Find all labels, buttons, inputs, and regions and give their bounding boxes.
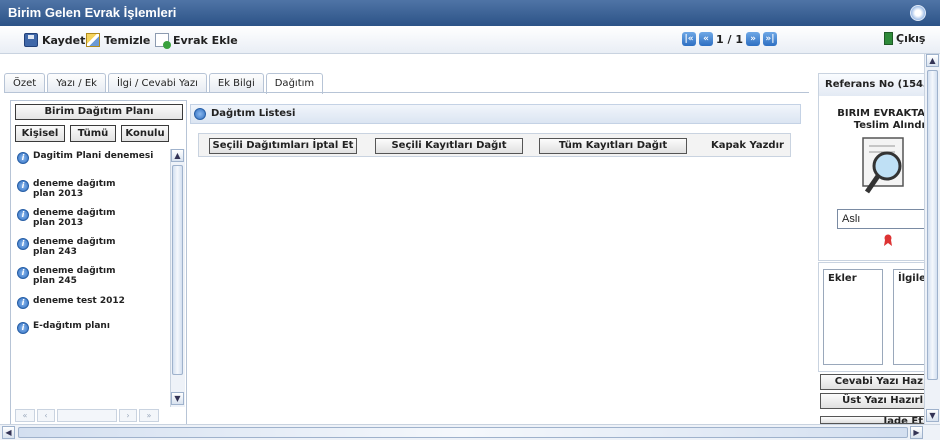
scroll-up-icon[interactable]: ▲	[171, 149, 184, 162]
list-item-label: deneme dağıtım plan 2013	[33, 208, 116, 228]
clear-button[interactable]: Temizle	[86, 32, 150, 48]
add-document-icon	[155, 33, 171, 49]
distribute-all-button[interactable]: Tüm Kayıtları Dağıt	[539, 138, 687, 154]
list-item-label: E-dağıtım planı	[33, 321, 110, 331]
scroll-down-icon[interactable]: ▼	[926, 409, 939, 422]
tab-related-reply[interactable]: İlgi / Cevabi Yazı	[107, 73, 207, 93]
tab-summary[interactable]: Özet	[4, 73, 46, 93]
info-icon: i	[17, 267, 29, 279]
document-magnifier-icon	[862, 137, 904, 194]
prepare-reply-button[interactable]: Cevabi Yazı Haz	[820, 374, 928, 390]
distribution-action-bar: Seçili Dağıtımları İptal Et Seçili Kayıt…	[198, 133, 791, 157]
help-icon[interactable]	[910, 5, 926, 21]
distribution-list-header: Dağıtım Listesi	[190, 104, 801, 124]
page-horizontal-scrollbar[interactable]: ◀ ▶	[0, 424, 940, 440]
info-icon: i	[17, 180, 29, 192]
scroll-left-icon[interactable]: ◀	[2, 426, 15, 439]
exit-button[interactable]: Çıkış	[884, 32, 925, 45]
distribution-list-title: Dağıtım Listesi	[211, 108, 296, 119]
reference-panel: Referans No (15431 BIRIM EVRAKTA Teslim …	[818, 73, 927, 261]
first-page-icon[interactable]: «	[15, 409, 35, 422]
distribution-plan-panel: Birim Dağıtım Planı Kişisel Tümü Konulu …	[10, 100, 187, 426]
add-document-button[interactable]: Evrak Ekle	[155, 32, 238, 49]
pager-text: 1 / 1	[716, 32, 743, 46]
tab-distribution[interactable]: Dağıtım	[265, 73, 324, 94]
last-page-icon[interactable]: »	[139, 409, 159, 422]
info-icon: i	[17, 297, 29, 309]
title-bar: Birim Gelen Evrak İşlemleri	[0, 0, 940, 26]
exit-door-icon	[884, 32, 893, 45]
list-item-label: deneme dağıtım plan 245	[33, 266, 116, 286]
list-item[interactable]: i Dagitim Plani denemesi	[17, 151, 169, 164]
list-item[interactable]: i E-dağıtım planı	[17, 321, 169, 334]
info-icon: i	[17, 238, 29, 250]
list-item[interactable]: i deneme dağıtım plan 245	[17, 266, 127, 286]
list-item-label: deneme dağıtım plan 2013	[33, 179, 116, 199]
tab-divider	[4, 92, 809, 93]
exit-label: Çıkış	[896, 32, 926, 45]
original-ribbon-icon	[884, 234, 892, 246]
list-item-label: Dagitim Plani denemesi	[33, 151, 154, 161]
toolbar: Kaydet Temizle Evrak Ekle |« « 1 / 1 » »…	[0, 26, 940, 54]
distribute-selected-button[interactable]: Seçili Kayıtları Dağıt	[375, 138, 523, 154]
document-status-subtitle: Teslim Alındı	[853, 120, 925, 131]
plan-filter-buttons: Kişisel Tümü Konulu	[15, 125, 169, 142]
distribution-plan-header: Birim Dağıtım Planı	[15, 104, 183, 120]
scroll-down-icon[interactable]: ▼	[171, 392, 184, 405]
tab-bar: Özet Yazı / Ek İlgi / Cevabi Yazı Ek Bil…	[4, 73, 325, 94]
list-item[interactable]: i deneme dağıtım plan 2013	[17, 179, 127, 199]
last-page-icon[interactable]: »|	[762, 32, 777, 46]
save-label: Kaydet	[42, 33, 86, 47]
page-field[interactable]	[57, 409, 117, 422]
scroll-thumb[interactable]	[927, 70, 938, 380]
cancel-selected-button[interactable]: Seçili Dağıtımları İptal Et	[209, 138, 357, 154]
prepare-cover-letter-button[interactable]: Üst Yazı Hazırl	[820, 393, 928, 409]
print-cover-button[interactable]: Kapak Yazdır	[711, 138, 784, 154]
plan-list-scrollbar[interactable]: ▲ ▼	[170, 149, 185, 407]
plan-list: i Dagitim Plani denemesi i deneme dağıtı…	[17, 149, 169, 334]
clear-label: Temizle	[104, 33, 151, 47]
all-button[interactable]: Tümü	[70, 125, 116, 142]
attachments-panel: Ekler İlgile	[818, 262, 933, 372]
window-title: Birim Gelen Evrak İşlemleri	[8, 5, 177, 20]
return-button[interactable]: İade Et	[820, 416, 928, 424]
scroll-thumb[interactable]	[172, 165, 183, 375]
list-item[interactable]: i deneme test 2012	[17, 296, 169, 309]
info-icon: i	[17, 322, 29, 334]
list-item-label: deneme test 2012	[33, 296, 125, 306]
scroll-up-icon[interactable]: ▲	[926, 54, 939, 67]
scroll-right-icon[interactable]: ▶	[910, 426, 923, 439]
record-pager: |« « 1 / 1 » »|	[682, 32, 777, 46]
attachments-column: Ekler	[823, 269, 883, 365]
tab-extra-info[interactable]: Ek Bilgi	[208, 73, 264, 93]
reference-number: Referans No (15431	[819, 74, 925, 96]
info-icon: i	[17, 209, 29, 221]
page-vertical-scrollbar[interactable]: ▲ ▼	[924, 54, 940, 424]
document-type-select[interactable]: Aslı	[837, 209, 927, 229]
document-status-title: BIRIM EVRAKTA	[837, 108, 925, 119]
prev-page-icon[interactable]: «	[699, 32, 713, 46]
scroll-thumb[interactable]	[18, 427, 908, 438]
info-icon: i	[17, 152, 29, 164]
prev-page-icon[interactable]: ‹	[37, 409, 55, 422]
save-button[interactable]: Kaydet	[24, 32, 85, 48]
subject-button[interactable]: Konulu	[121, 125, 169, 142]
info-icon	[194, 108, 206, 120]
list-item-label: deneme dağıtım plan 243	[33, 237, 116, 257]
next-page-icon[interactable]: »	[745, 32, 760, 46]
personal-button[interactable]: Kişisel	[15, 125, 65, 142]
next-page-icon[interactable]: ›	[119, 409, 137, 422]
list-item[interactable]: i deneme dağıtım plan 243	[17, 237, 127, 257]
save-icon	[24, 33, 38, 47]
tab-document-attachment[interactable]: Yazı / Ek	[47, 73, 106, 93]
first-page-icon[interactable]: |«	[682, 32, 696, 46]
list-item[interactable]: i deneme dağıtım plan 2013	[17, 208, 127, 228]
plan-list-pager: « ‹ › »	[15, 409, 175, 422]
eraser-icon	[86, 33, 100, 47]
add-document-label: Evrak Ekle	[173, 33, 238, 47]
